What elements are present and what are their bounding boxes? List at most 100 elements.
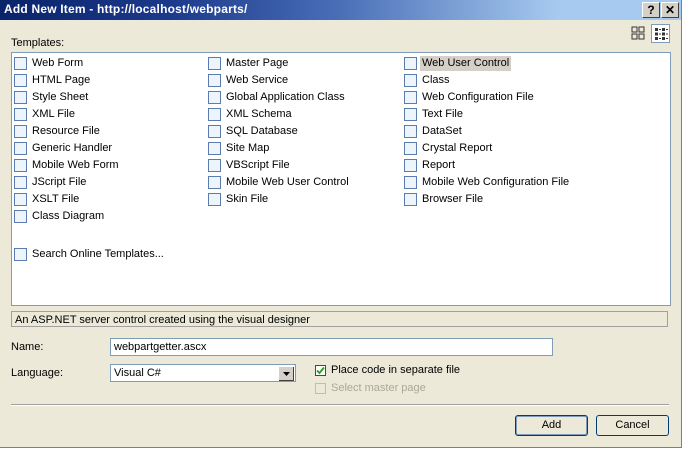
template-item-label: Crystal Report [422, 141, 493, 154]
template-item-label: Web User Control [420, 55, 512, 71]
template-item[interactable]: Resource File [14, 123, 102, 139]
place-code-label[interactable]: Place code in separate file [331, 364, 460, 376]
templates-label: Templates: [11, 37, 65, 49]
select-master-page-label[interactable]: Select master page [331, 382, 426, 394]
template-item-label: Skin File [226, 192, 269, 205]
class-diagram-icon [14, 209, 27, 223]
footer-divider [11, 404, 669, 406]
mobile-web-user-control-icon [208, 175, 221, 189]
global-application-class-icon [208, 90, 221, 104]
sql-database-icon [208, 124, 221, 138]
template-item[interactable]: Generic Handler [14, 140, 114, 156]
browser-file-icon [404, 192, 417, 206]
template-item[interactable]: Web User Control [404, 55, 512, 71]
large-icons-view-button[interactable] [629, 24, 647, 42]
template-item[interactable]: Mobile Web Form [14, 157, 121, 173]
add-new-item-dialog: Add New Item - http://localhost/webparts… [0, 0, 682, 448]
dropdown-arrow-button[interactable] [278, 366, 294, 381]
template-item[interactable]: Style Sheet [14, 89, 90, 105]
template-item[interactable]: Report [404, 157, 457, 173]
template-item-label: Mobile Web Form [32, 158, 119, 171]
select-master-page-checkbox[interactable] [315, 383, 326, 394]
checkmark-icon [316, 366, 325, 375]
window-title: Add New Item - http://localhost/webparts… [4, 2, 248, 16]
template-item[interactable]: XML File [14, 106, 77, 122]
language-label: Language: [11, 367, 63, 379]
template-item-label: DataSet [422, 124, 462, 137]
template-item[interactable]: Site Map [208, 140, 271, 156]
template-item[interactable]: Master Page [208, 55, 290, 71]
template-item[interactable]: Mobile Web Configuration File [404, 174, 571, 190]
xml-file-icon [14, 107, 27, 121]
dataset-icon [404, 124, 417, 138]
generic-handler-icon [14, 141, 27, 155]
template-item-label: Site Map [226, 141, 270, 154]
place-code-checkbox[interactable] [315, 365, 326, 376]
language-value: Visual C# [114, 367, 161, 379]
template-item-label: VBScript File [226, 158, 290, 171]
close-button[interactable]: ✕ [661, 2, 679, 18]
html-page-icon [14, 73, 27, 87]
language-dropdown[interactable]: Visual C# [110, 364, 296, 382]
template-item[interactable]: Global Application Class [208, 89, 347, 105]
template-item[interactable]: HTML Page [14, 72, 92, 88]
search-online-templates-icon [14, 247, 27, 261]
web-user-control-icon [404, 56, 417, 70]
name-input[interactable]: webpartgetter.ascx [110, 338, 553, 356]
small-icons-view-button[interactable] [651, 24, 670, 43]
template-item[interactable]: DataSet [404, 123, 464, 139]
style-sheet-icon [14, 90, 27, 104]
help-button[interactable]: ? [642, 2, 660, 18]
xml-schema-icon [208, 107, 221, 121]
web-form-icon [14, 56, 27, 70]
class-icon [404, 73, 417, 87]
template-item[interactable]: Mobile Web User Control [208, 174, 351, 190]
title-bar[interactable]: Add New Item - http://localhost/webparts… [0, 0, 681, 20]
xslt-file-icon [14, 192, 27, 206]
template-item[interactable]: Web Configuration File [404, 89, 536, 105]
template-description: An ASP.NET server control created using … [11, 311, 668, 327]
site-map-icon [208, 141, 221, 155]
template-item[interactable]: Class Diagram [14, 208, 106, 224]
jscript-file-icon [14, 175, 27, 189]
template-item[interactable]: Text File [404, 106, 465, 122]
template-item-label: Report [422, 158, 456, 171]
template-item[interactable]: JScript File [14, 174, 88, 190]
master-page-icon [208, 56, 221, 70]
templates-list[interactable]: Web Form HTML Page Style Sheet XML File Reso… [11, 52, 671, 306]
template-item-label: HTML Page [32, 73, 91, 86]
template-item[interactable]: Crystal Report [404, 140, 494, 156]
template-item-label: XSLT File [32, 192, 80, 205]
template-item-label: Web Service [226, 73, 289, 86]
template-item-label: Mobile Web User Control [226, 175, 349, 188]
search-online-templates-label: Search Online Templates... [32, 247, 164, 260]
vbscript-file-icon [208, 158, 221, 172]
search-online-templates-item[interactable]: Search Online Templates... [14, 246, 166, 262]
small-icons-icon [654, 27, 668, 40]
add-button[interactable]: Add [515, 415, 588, 436]
template-item-label: Resource File [32, 124, 100, 137]
template-item-label: XML Schema [226, 107, 292, 120]
template-item-label: Browser File [422, 192, 484, 205]
template-item[interactable]: Web Service [208, 72, 290, 88]
template-item[interactable]: Skin File [208, 191, 270, 207]
template-item-label: Master Page [226, 56, 289, 69]
template-item-label: Class Diagram [32, 209, 105, 222]
template-item[interactable]: Class [404, 72, 452, 88]
chevron-down-icon [283, 372, 290, 376]
mobile-web-form-icon [14, 158, 27, 172]
template-item-label: Web Configuration File [422, 90, 534, 103]
template-item[interactable]: SQL Database [208, 123, 300, 139]
web-configuration-file-icon [404, 90, 417, 104]
crystal-report-icon [404, 141, 417, 155]
template-item[interactable]: XML Schema [208, 106, 294, 122]
report-icon [404, 158, 417, 172]
template-item[interactable]: Browser File [404, 191, 485, 207]
template-item-label: SQL Database [226, 124, 298, 137]
text-file-icon [404, 107, 417, 121]
cancel-button[interactable]: Cancel [596, 415, 669, 436]
template-item[interactable]: XSLT File [14, 191, 81, 207]
template-item[interactable]: Web Form [14, 55, 85, 71]
template-item-label: Mobile Web Configuration File [422, 175, 570, 188]
template-item[interactable]: VBScript File [208, 157, 292, 173]
